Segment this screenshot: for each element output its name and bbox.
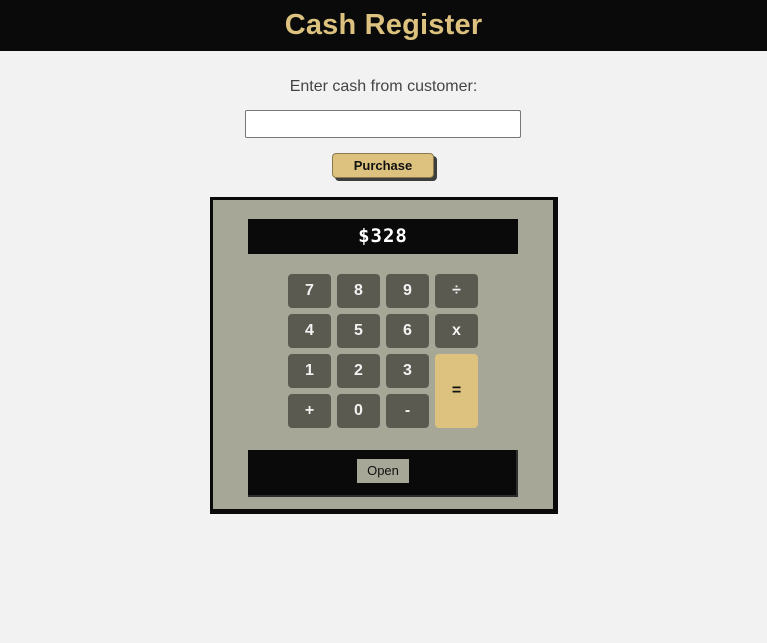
cash-prompt-label: Enter cash from customer: bbox=[289, 78, 478, 95]
key-1[interactable]: 1 bbox=[288, 354, 331, 388]
key-minus[interactable]: - bbox=[386, 394, 429, 428]
key-equals[interactable]: = bbox=[435, 354, 478, 428]
key-4[interactable]: 4 bbox=[288, 314, 331, 348]
page-title: Cash Register bbox=[284, 9, 483, 41]
key-multiply[interactable]: x bbox=[435, 314, 478, 348]
key-7[interactable]: 7 bbox=[288, 274, 331, 308]
cash-input[interactable] bbox=[245, 110, 521, 138]
key-0[interactable]: 0 bbox=[337, 394, 380, 428]
key-5[interactable]: 5 bbox=[337, 314, 380, 348]
key-9[interactable]: 9 bbox=[386, 274, 429, 308]
open-drawer-button[interactable]: Open bbox=[357, 459, 409, 483]
register-display: $328 bbox=[248, 219, 518, 254]
purchase-button[interactable]: Purchase bbox=[332, 153, 434, 178]
key-6[interactable]: 6 bbox=[386, 314, 429, 348]
key-3[interactable]: 3 bbox=[386, 354, 429, 388]
key-divide[interactable]: ÷ bbox=[435, 274, 478, 308]
app-header: Cash Register bbox=[0, 0, 767, 51]
cash-register: $328 7 8 9 ÷ 4 5 6 x 1 2 3 = + 0 - Open bbox=[210, 197, 558, 514]
key-8[interactable]: 8 bbox=[337, 274, 380, 308]
cash-drawer: Open bbox=[248, 450, 518, 497]
key-plus[interactable]: + bbox=[288, 394, 331, 428]
key-2[interactable]: 2 bbox=[337, 354, 380, 388]
